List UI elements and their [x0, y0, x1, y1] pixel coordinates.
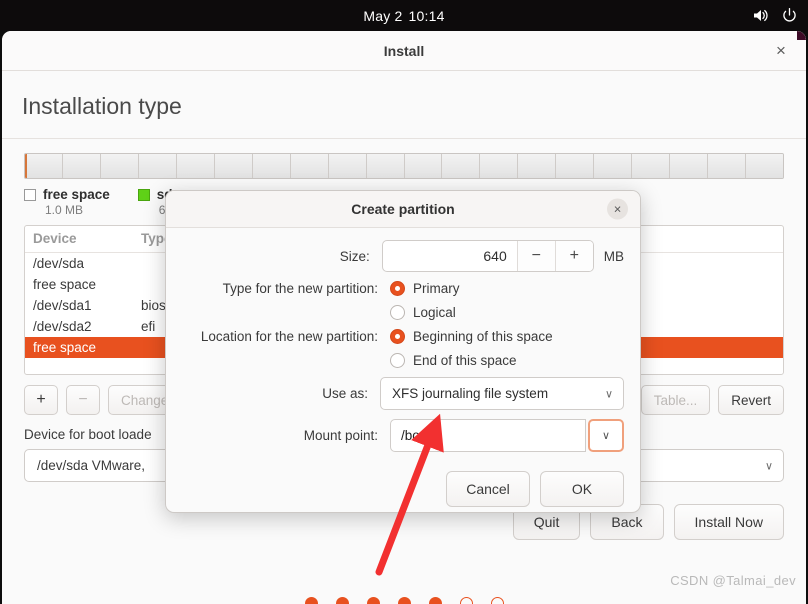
install-now-button[interactable]: Install Now [673, 504, 784, 540]
legend-size-free-space: 1.0 MB [45, 203, 84, 217]
cell-device: /dev/sda1 [33, 298, 92, 313]
dialog-title: Create partition [351, 201, 455, 217]
mount-point-combo: /boot ∨ [390, 419, 624, 452]
title-divider [2, 138, 806, 139]
cell-device: /dev/sda [33, 256, 85, 271]
progress-dot [490, 597, 504, 604]
size-increment-button[interactable]: + [554, 241, 593, 271]
add-partition-button[interactable]: + [24, 385, 58, 415]
create-partition-dialog: Create partition × Size: 640 − + MB Type… [165, 190, 641, 513]
partition-type-row-secondary: Logical [182, 305, 624, 320]
use-as-row: Use as: XFS journaling file system ∨ [182, 377, 624, 410]
watermark: CSDN @Talmai_dev [670, 573, 796, 588]
radio-logical[interactable]: Logical [390, 305, 456, 320]
progress-dot [459, 597, 473, 604]
clock-date: May 2 [363, 7, 403, 24]
size-row: Size: 640 − + MB [182, 240, 624, 272]
dialog-ok-button[interactable]: OK [540, 471, 624, 507]
progress-dot [335, 597, 349, 604]
radio-beginning-label: Beginning of this space [413, 329, 553, 344]
screen-root: May 2 10:14 Install × Installation type … [0, 0, 808, 604]
use-as-value: XFS journaling file system [392, 386, 549, 401]
dialog-cancel-button[interactable]: Cancel [446, 471, 530, 507]
chevron-down-icon: ∨ [764, 460, 773, 472]
radio-end-icon [390, 353, 405, 368]
use-as-label: Use as: [322, 386, 368, 401]
speaker-icon[interactable] [752, 7, 769, 24]
radio-beginning-icon [390, 329, 405, 344]
disk-usage-bar[interactable] [24, 153, 784, 179]
size-label: Size: [339, 248, 370, 264]
dialog-header: Create partition × [166, 191, 640, 228]
system-clock[interactable]: May 2 10:14 [363, 8, 444, 24]
progress-dots [2, 597, 806, 604]
legend-swatch-sda [137, 188, 150, 201]
radio-beginning-of-space[interactable]: Beginning of this space [390, 329, 553, 344]
partition-location-row-secondary: End of this space [182, 353, 624, 368]
mount-point-label: Mount point: [303, 428, 378, 443]
chevron-down-icon: ∨ [604, 388, 613, 400]
system-tray [752, 0, 798, 31]
dialog-actions: Cancel OK [166, 461, 640, 507]
radio-logical-icon [390, 305, 405, 320]
mount-point-input[interactable]: /boot [390, 419, 586, 452]
installer-window: Install × Installation type free space 1… [2, 31, 806, 604]
partition-location-row: Location for the new partition: Beginnin… [182, 329, 624, 344]
progress-dot [304, 597, 318, 604]
use-as-select[interactable]: XFS journaling file system ∨ [380, 377, 624, 410]
power-icon[interactable] [781, 7, 798, 24]
window-title: Install [383, 42, 425, 59]
column-header-device[interactable]: Device [25, 226, 133, 253]
cell-device: free space [25, 337, 133, 358]
dialog-body: Size: 640 − + MB Type for the new partit… [166, 228, 640, 452]
progress-dot [366, 597, 380, 604]
disk-usage-bar-wrapper [2, 153, 806, 179]
bootloader-device-value: /dev/sda VMware, [37, 458, 146, 473]
legend-swatch-free-space [24, 188, 36, 201]
legend-label-free-space: free space [43, 187, 110, 202]
partition-type-row: Type for the new partition: Primary [182, 281, 624, 296]
progress-dot [428, 597, 442, 604]
window-corner-accent [797, 31, 806, 40]
radio-primary[interactable]: Primary [390, 281, 460, 296]
legend-item-free-space: free space 1.0 MB [24, 187, 110, 217]
chevron-down-icon: ∨ [601, 430, 611, 442]
window-title-bar: Install × [2, 31, 806, 71]
size-unit-label: MB [603, 248, 624, 264]
radio-logical-label: Logical [413, 305, 456, 320]
radio-end-label: End of this space [413, 353, 517, 368]
revert-button[interactable]: Revert [718, 385, 784, 415]
page-title: Installation type [22, 93, 182, 119]
system-top-bar: May 2 10:14 [0, 0, 808, 31]
cell-device: free space [33, 277, 97, 292]
close-icon[interactable]: × [770, 40, 792, 62]
remove-partition-button[interactable]: − [66, 385, 100, 415]
radio-primary-icon [390, 281, 405, 296]
progress-dot [397, 597, 411, 604]
dialog-close-icon[interactable]: × [607, 198, 628, 220]
cell-device: /dev/sda2 [33, 319, 92, 334]
size-stepper[interactable]: 640 − + [381, 240, 594, 272]
partition-type-label: Type for the new partition: [222, 281, 378, 296]
radio-end-of-space[interactable]: End of this space [390, 353, 517, 368]
size-input[interactable]: 640 [383, 241, 517, 271]
radio-primary-label: Primary [413, 281, 460, 296]
disk-bar-ticks [25, 154, 783, 178]
partition-location-label: Location for the new partition: [200, 329, 378, 344]
new-partition-table-button[interactable]: Table... [640, 385, 711, 415]
size-decrement-button[interactable]: − [516, 241, 555, 271]
mount-point-row: Mount point: /boot ∨ [182, 419, 624, 452]
mount-point-dropdown-button[interactable]: ∨ [588, 419, 624, 452]
clock-time: 10:14 [408, 7, 445, 24]
